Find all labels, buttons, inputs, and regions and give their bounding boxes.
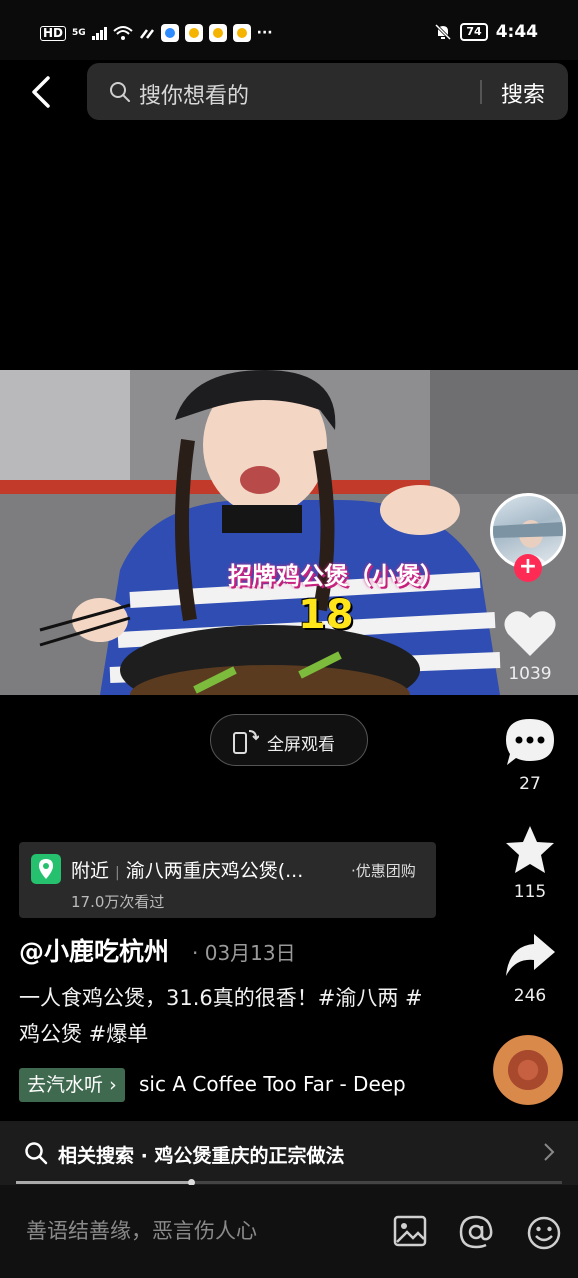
app-notification-icon [208,24,227,42]
video-price-overlay: 18 [298,592,354,638]
video-caption-overlay: 招牌鸡公煲（小煲） [228,562,444,590]
status-left: HD 5G ··· [40,24,273,42]
share-count: 246 [513,986,547,1006]
progress-fill [16,1181,191,1184]
hd-indicator: HD [40,25,67,41]
music-disc[interactable] [493,1035,563,1105]
heart-icon [504,611,556,656]
favorite-count: 115 [513,882,547,902]
comment-bar: 善语结善缘，恶言伤人心 [0,1185,578,1278]
wifi-icon [113,26,133,40]
related-search-text: 相关搜索 · 鸡公煲重庆的正宗做法 [58,1145,345,1167]
location-separator: | [115,865,120,881]
signal-icon [91,26,107,40]
post-caption[interactable]: 一人食鸡公煲，31.6真的很香！#渝八两 #鸡公煲 #爆单 [19,980,429,1052]
comment-count: 27 [519,774,541,794]
fullscreen-button[interactable]: 全屏观看 [210,714,368,766]
search-bar[interactable]: 搜你想看的 搜索 [87,63,568,120]
comment-icon [506,719,554,765]
back-button[interactable] [24,70,60,114]
location-title: 附近 | 渝八两重庆鸡公煲(... [71,856,303,883]
app-notification-icon [184,24,203,42]
more-notifications: ··· [256,25,273,41]
search-divider [480,80,482,104]
listen-button[interactable]: 去汽水听 › [19,1068,125,1102]
post-date: · 03月13日 [192,941,296,965]
app-notification-icon [232,24,251,42]
phone-rotate-icon [233,730,259,754]
fullscreen-label: 全屏观看 [267,735,335,755]
search-button[interactable]: 搜索 [501,77,545,109]
battery-indicator: 74 [460,23,488,41]
like-button[interactable]: 1039 [490,608,570,684]
location-deal-tag: ·优惠团购 [351,862,416,880]
signal-label: 5G [72,28,86,38]
app-notification-icon [160,24,179,42]
author-name[interactable]: @小鹿吃杭州 [19,932,169,968]
mute-bell-icon [435,23,452,41]
chevron-right-icon: › [109,1074,117,1096]
comment-input[interactable]: 善语结善缘，恶言伤人心 [26,1215,257,1245]
chevron-right-icon [544,1143,555,1161]
comment-button[interactable]: 27 [490,716,570,794]
image-icon[interactable] [393,1215,427,1247]
clock: 4:44 [495,22,538,42]
link-icon [139,29,154,39]
at-icon[interactable] [458,1215,494,1249]
location-card[interactable]: 附近 | 渝八两重庆鸡公煲(... ·优惠团购 17.0万次看过 [19,842,436,918]
emoji-icon[interactable] [526,1215,562,1251]
location-pin-icon [31,854,61,884]
listen-label: 去汽水听 [27,1074,104,1096]
follow-button[interactable]: + [514,554,542,582]
search-icon [25,1142,48,1165]
star-icon [506,826,554,873]
share-icon [506,934,555,976]
location-nearby-label: 附近 [71,860,110,882]
playback-progress[interactable] [16,1179,562,1186]
share-button[interactable]: 246 [490,930,570,1006]
music-track[interactable]: sic A Coffee Too Far - Deep [139,1072,433,1096]
music-row: 去汽水听 › sic A Coffee Too Far - Deep [19,1068,419,1102]
favorite-button[interactable]: 115 [490,824,570,902]
back-icon [32,76,50,108]
status-bar: HD 5G ··· 74 4:44 [0,0,578,60]
location-views: 17.0万次看过 [71,893,165,911]
search-icon [110,82,130,102]
status-right: 74 4:44 [434,22,538,42]
location-name: 渝八两重庆鸡公煲(... [125,860,304,882]
like-count: 1039 [508,664,552,684]
search-input[interactable]: 搜你想看的 [139,78,249,110]
related-search-bar[interactable]: 相关搜索 · 鸡公煲重庆的正宗做法 [0,1121,578,1185]
